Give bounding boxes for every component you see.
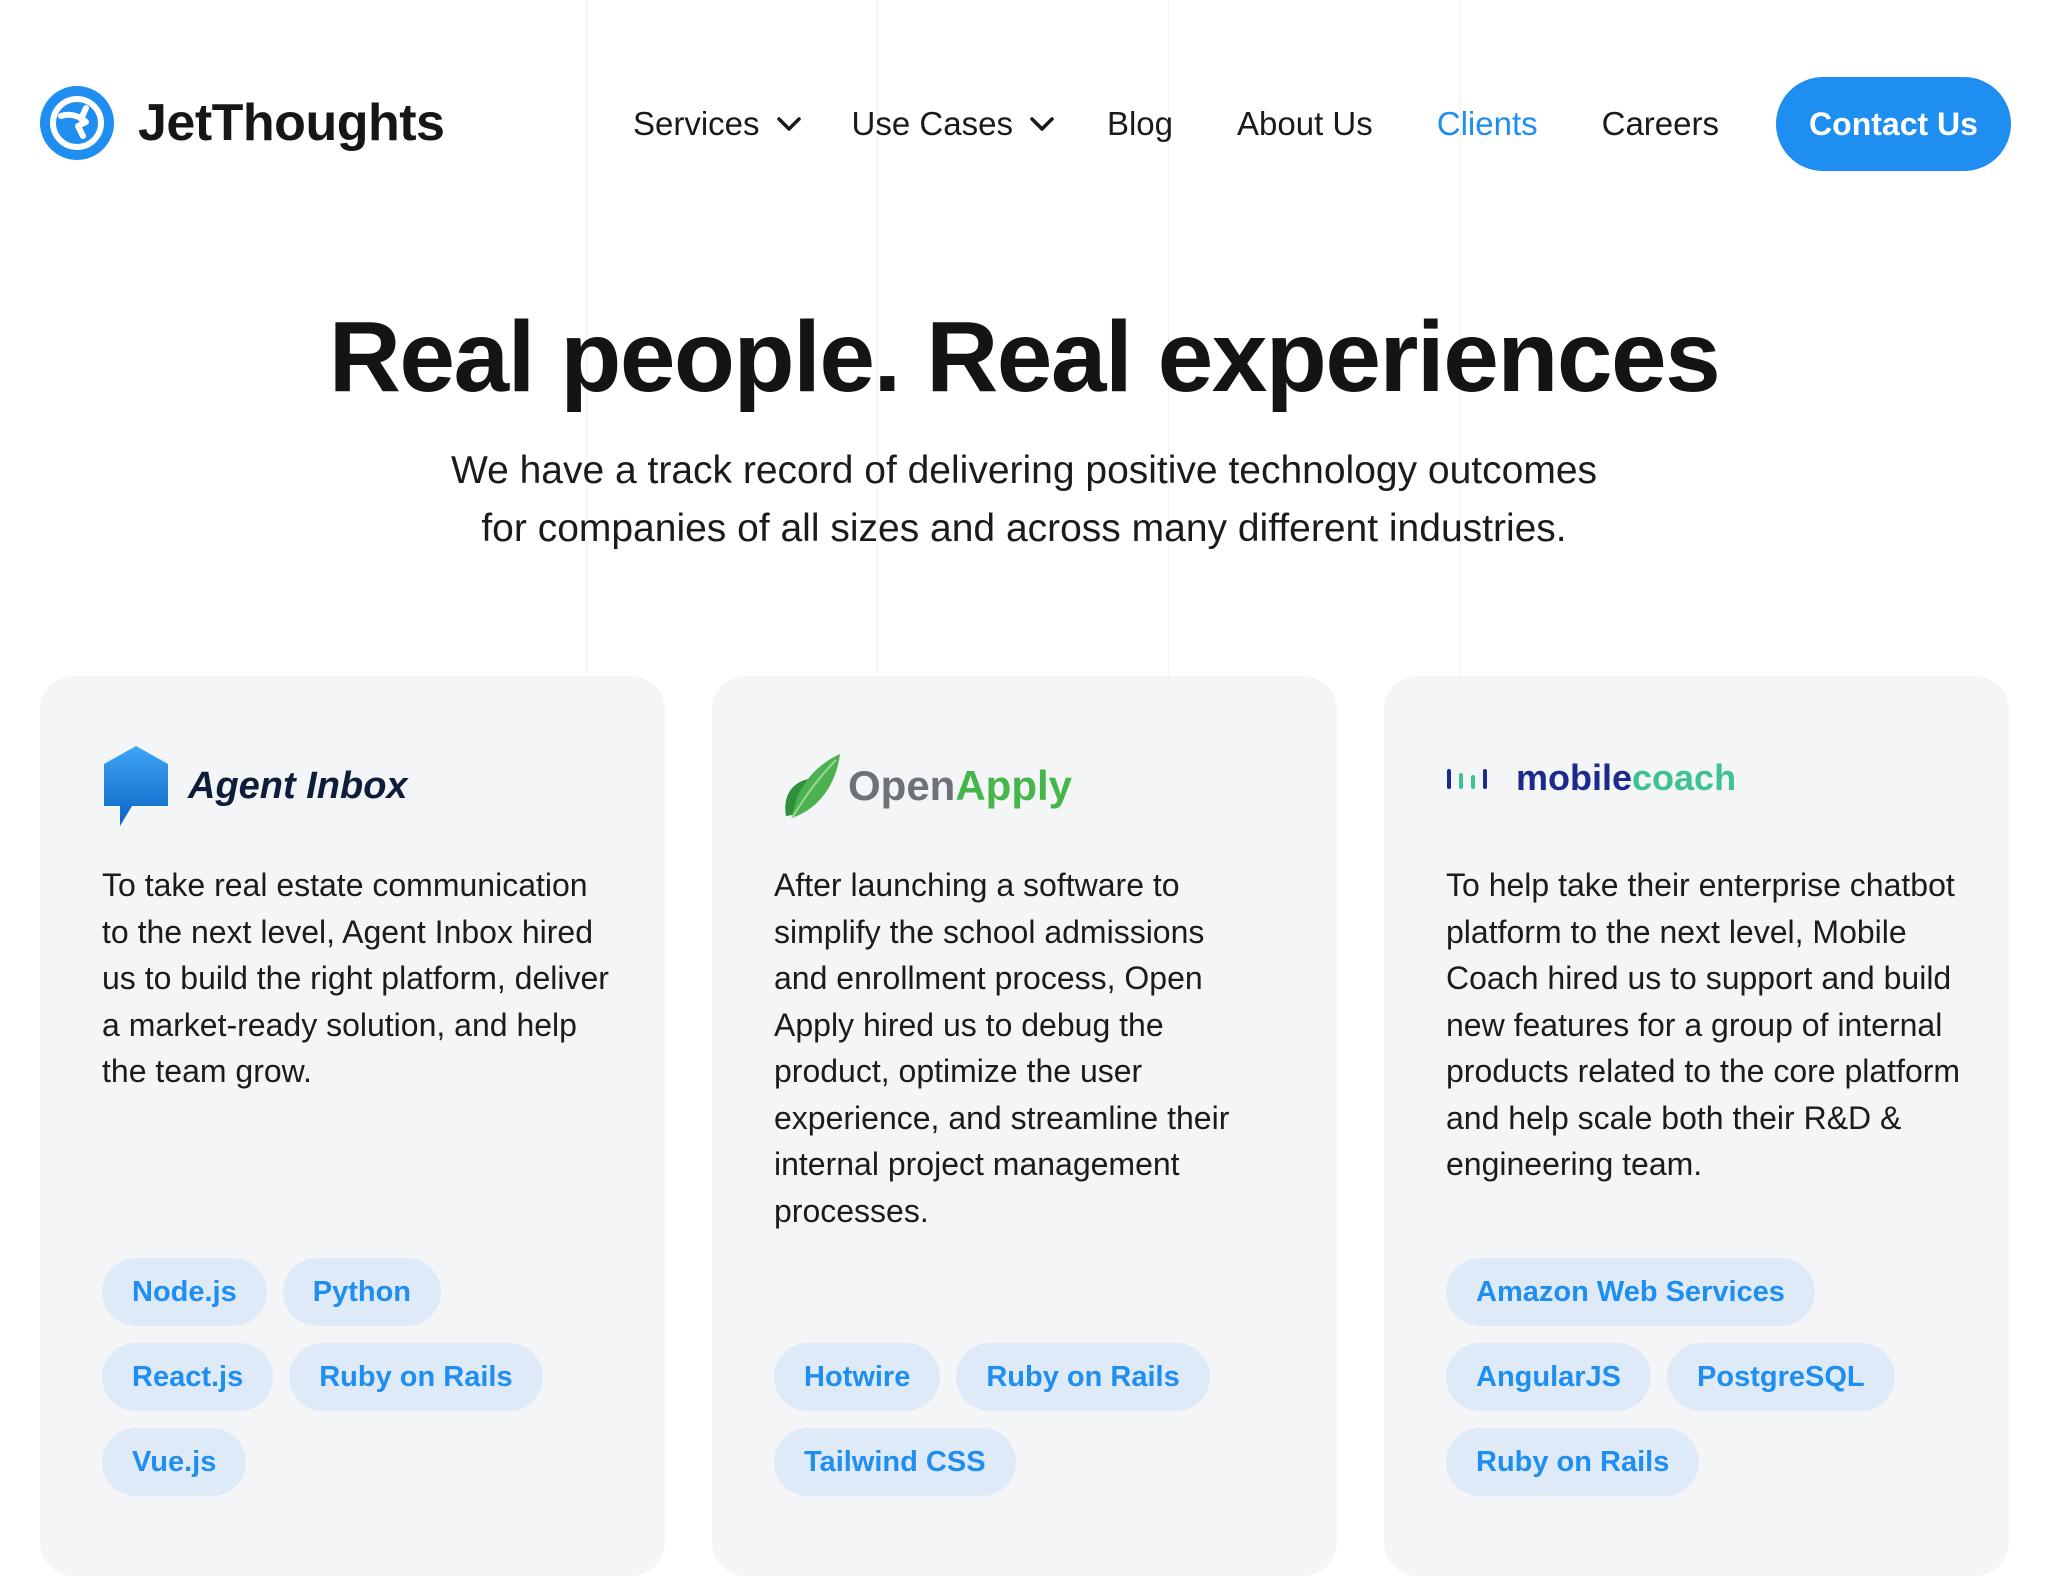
agent-inbox-logo: Agent Inbox: [102, 736, 408, 836]
tech-tag[interactable]: AngularJS: [1446, 1343, 1652, 1411]
brand-name: JetThoughts: [138, 94, 445, 152]
openapply-logo-text: OpenApply: [848, 762, 1072, 810]
tech-tag[interactable]: Amazon Web Services: [1446, 1258, 1815, 1326]
site-header: JetThoughts Services Use Cases Blog Abou…: [0, 0, 2048, 250]
page-subtitle: We have a track record of delivering pos…: [424, 442, 1624, 558]
jetthoughts-globe-icon: [40, 86, 114, 160]
chevron-down-icon: [1030, 117, 1054, 131]
tech-tag-list: Node.js Python React.js Ruby on Rails Vu…: [102, 1258, 622, 1513]
tech-tag-list: Hotwire Ruby on Rails Tailwind CSS: [774, 1343, 1294, 1513]
client-description: To help take their enterprise chatbot pl…: [1446, 867, 1961, 1182]
tech-tag[interactable]: Hotwire: [774, 1343, 941, 1411]
openapply-logo-text-open: Open: [848, 762, 956, 809]
tech-tag[interactable]: Node.js: [102, 1258, 267, 1326]
client-card-mobilecoach[interactable]: mobilecoach To help take their enterpris…: [1384, 676, 2009, 1576]
openapply-logo: OpenApply: [778, 736, 1072, 836]
mobilecoach-logo: mobilecoach: [1446, 728, 1736, 828]
agent-inbox-logo-text: Agent Inbox: [188, 764, 408, 807]
nav-clients[interactable]: Clients: [1437, 105, 1538, 143]
client-card-agent-inbox[interactable]: Agent Inbox To take real estate communic…: [40, 676, 665, 1576]
page-subtitle-line: for companies of all sizes and across ma…: [481, 507, 1567, 550]
tech-tag-list: Amazon Web Services AngularJS PostgreSQL…: [1446, 1258, 1966, 1513]
nav-careers[interactable]: Careers: [1602, 105, 1719, 143]
contact-us-button[interactable]: Contact Us: [1776, 77, 2011, 171]
mobilecoach-bars-icon: [1447, 769, 1487, 789]
page-title: Real people. Real experiences: [328, 301, 1721, 413]
client-description: To take real estate communication to the…: [102, 867, 609, 1089]
nav-blog[interactable]: Blog: [1107, 105, 1173, 143]
mobilecoach-logo-text: mobilecoach: [1516, 757, 1736, 799]
tech-tag[interactable]: React.js: [102, 1343, 274, 1411]
mobilecoach-logo-text-mobile: mobile: [1516, 757, 1633, 798]
client-card-openapply[interactable]: OpenApply After launching a software to …: [712, 676, 1337, 1576]
tech-tag[interactable]: Ruby on Rails: [289, 1343, 543, 1411]
nav-use-cases[interactable]: Use Cases: [852, 105, 1055, 143]
tech-tag[interactable]: Ruby on Rails: [1446, 1428, 1700, 1496]
main-nav: Services Use Cases Blog About Us Clients…: [633, 96, 1719, 152]
nav-services[interactable]: Services: [633, 105, 802, 143]
page-subtitle-line: We have a track record of delivering pos…: [450, 449, 1598, 492]
nav-about-us[interactable]: About Us: [1237, 105, 1373, 143]
mobilecoach-logo-text-coach: coach: [1632, 757, 1737, 798]
nav-services-label: Services: [633, 105, 760, 142]
client-description: After launching a software to simplify t…: [774, 867, 1230, 1229]
nav-use-cases-label: Use Cases: [851, 105, 1013, 142]
tech-tag[interactable]: Vue.js: [102, 1428, 247, 1496]
openapply-logo-text-apply: Apply: [955, 762, 1073, 809]
tech-tag[interactable]: Ruby on Rails: [956, 1343, 1210, 1411]
tech-tag[interactable]: PostgreSQL: [1667, 1343, 1895, 1411]
chevron-down-icon: [776, 117, 801, 131]
tech-tag[interactable]: Tailwind CSS: [774, 1428, 1016, 1496]
openapply-leaf-icon: [785, 754, 840, 819]
agent-inbox-logo-icon: [104, 746, 168, 826]
site-logo[interactable]: JetThoughts: [40, 86, 445, 160]
tech-tag[interactable]: Python: [282, 1258, 442, 1326]
